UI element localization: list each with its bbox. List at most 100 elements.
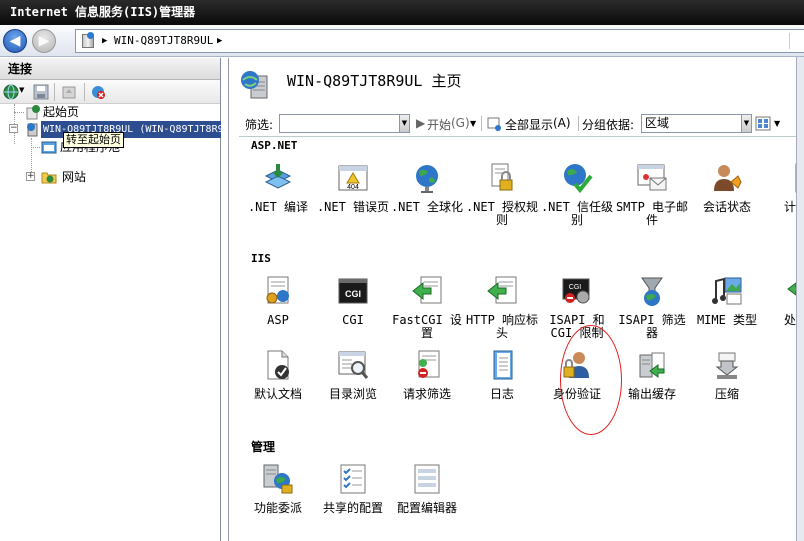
tree-item-sites[interactable]: 网站	[62, 169, 86, 186]
start-button[interactable]: 开始	[427, 116, 451, 133]
server-icon	[82, 32, 94, 48]
address-box[interactable]: ▶ WIN-Q89TJT8R9UL ▶	[75, 29, 804, 53]
back-arrow-icon: ◀	[9, 33, 21, 49]
breadcrumb-arrow-icon[interactable]: ▶	[102, 30, 107, 52]
toolbar-divider	[84, 83, 85, 101]
feature-cgi[interactable]: CGI CGI	[316, 275, 390, 327]
tree-expand-toggle[interactable]: +	[26, 172, 35, 181]
annotation-circle	[560, 325, 622, 435]
window-title: Internet 信息服务(IIS)管理器	[0, 0, 804, 25]
feature-logging[interactable]: 日志	[465, 349, 539, 401]
feature-label: 压缩	[714, 387, 739, 401]
feature-label: 目录浏览	[328, 387, 377, 401]
features-content: ASP.NET .NET 编译 404 .NET 错误页 .NET 全球化 .N…	[239, 136, 804, 541]
feature-net-authorization[interactable]: .NET 授权规则	[465, 162, 539, 227]
output-caching-icon	[639, 352, 665, 378]
feature-label-line: 则	[495, 213, 508, 227]
feature-smtp-email[interactable]: SMTP 电子邮件	[615, 162, 689, 227]
tree-item-start-page[interactable]: 起始页	[43, 104, 79, 121]
breadcrumb-server[interactable]: WIN-Q89TJT8R9UL	[114, 30, 213, 52]
show-all-hint: (A)	[553, 116, 571, 130]
address-divider	[789, 33, 790, 49]
svg-text:CGI: CGI	[345, 289, 361, 299]
app-pool-icon	[41, 141, 57, 154]
feature-shared-configuration[interactable]: 共享的配置	[316, 463, 390, 515]
svg-text:404: 404	[347, 184, 359, 191]
feature-net-compile[interactable]: .NET 编译	[241, 162, 315, 214]
feature-label-line: .NET 信任级	[540, 200, 614, 214]
tree-collapse-toggle[interactable]: −	[9, 124, 18, 133]
address-bar: ◀ ▶ ▶ WIN-Q89TJT8R9UL ▶	[0, 25, 804, 57]
feature-net-trust-levels[interactable]: .NET 信任级别	[540, 162, 614, 227]
default-document-icon	[267, 350, 289, 380]
feature-http-response-headers[interactable]: HTTP 响应标头	[465, 275, 539, 340]
shared-configuration-icon	[340, 464, 366, 494]
feature-fastcgi[interactable]: FastCGI 设置	[390, 275, 464, 340]
forward-arrow-icon: ▶	[38, 33, 50, 49]
feature-delegation-icon	[263, 464, 293, 494]
filter-dropdown[interactable]: ▼	[399, 114, 410, 133]
forward-button[interactable]: ▶	[32, 29, 56, 53]
feature-session-state[interactable]: 会话状态	[690, 162, 764, 214]
feature-net-globalization[interactable]: .NET 全球化	[390, 162, 464, 214]
scrollbar[interactable]	[796, 57, 804, 541]
tooltip: 转至起始页	[63, 132, 124, 148]
feature-directory-browsing[interactable]: 目录浏览	[316, 349, 390, 401]
feature-label-line: .NET 授权规	[465, 200, 539, 214]
filter-divider	[578, 116, 579, 131]
configuration-editor-icon	[414, 464, 440, 494]
feature-mime-types[interactable]: MIME 类型	[690, 275, 764, 327]
compression-icon	[715, 352, 739, 379]
filter-input[interactable]	[279, 114, 409, 133]
group-by-dropdown[interactable]: ▼	[741, 114, 752, 133]
feature-net-error-pages[interactable]: 404 .NET 错误页	[316, 162, 390, 214]
error-page-icon: 404	[338, 165, 368, 191]
feature-label: 默认文档	[253, 387, 302, 401]
toolbar-divider	[54, 83, 55, 101]
page-title: WIN-Q89TJT8R9UL 主页	[287, 72, 462, 90]
feature-output-caching[interactable]: 输出缓存	[615, 349, 689, 401]
feature-label: .NET 全球化	[390, 200, 464, 214]
chevron-down-icon[interactable]: ▼	[470, 119, 476, 128]
logging-icon	[493, 350, 513, 380]
feature-label: ISAPI 筛选器	[615, 314, 689, 340]
feature-default-document[interactable]: 默认文档	[241, 349, 315, 401]
server-home-icon	[241, 71, 268, 99]
feature-label-line: HTTP 响应标	[465, 313, 539, 327]
disconnect-icon[interactable]	[90, 84, 106, 100]
authorization-icon	[491, 163, 513, 191]
feature-label: MIME 类型	[696, 313, 758, 327]
feature-label: 请求筛选	[402, 387, 451, 401]
up-icon[interactable]	[61, 84, 77, 100]
feature-label: HTTP 响应标头	[465, 314, 539, 340]
feature-label-line: 器	[645, 326, 658, 340]
feature-label-line: FastCGI 设	[392, 313, 462, 327]
view-toggle-icon[interactable]	[755, 116, 771, 131]
feature-label-line: SMTP 电子邮	[615, 200, 689, 214]
group-by-select[interactable]: 区域	[641, 114, 751, 133]
feature-isapi-filters[interactable]: ISAPI 筛选器	[615, 275, 689, 340]
breadcrumb-arrow-icon[interactable]: ▶	[217, 30, 222, 52]
trust-icon	[564, 164, 593, 194]
compile-icon	[264, 164, 292, 189]
connect-globe-icon[interactable]	[3, 84, 19, 100]
feature-request-filtering[interactable]: 请求筛选	[390, 349, 464, 401]
globe-icon	[416, 165, 438, 193]
directory-browsing-icon	[338, 351, 369, 379]
chevron-down-icon[interactable]: ▼	[774, 119, 780, 128]
save-icon[interactable]	[33, 84, 49, 100]
feature-asp[interactable]: ASP	[241, 275, 315, 327]
feature-label: 配置编辑器	[396, 501, 457, 515]
feature-configuration-editor[interactable]: 配置编辑器	[390, 463, 464, 515]
chevron-down-icon[interactable]: ▼	[19, 86, 24, 94]
feature-label: 会话状态	[702, 200, 751, 214]
show-all-button[interactable]: 全部显示	[505, 116, 553, 133]
feature-compression[interactable]: 压缩	[690, 349, 764, 401]
filter-label: 筛选:	[245, 118, 274, 132]
asp-icon	[266, 276, 289, 304]
email-icon	[637, 164, 667, 191]
feature-delegation[interactable]: 功能委派	[241, 463, 315, 515]
session-user-icon	[714, 165, 742, 191]
back-button[interactable]: ◀	[3, 29, 27, 53]
connections-header: 连接	[0, 58, 220, 80]
